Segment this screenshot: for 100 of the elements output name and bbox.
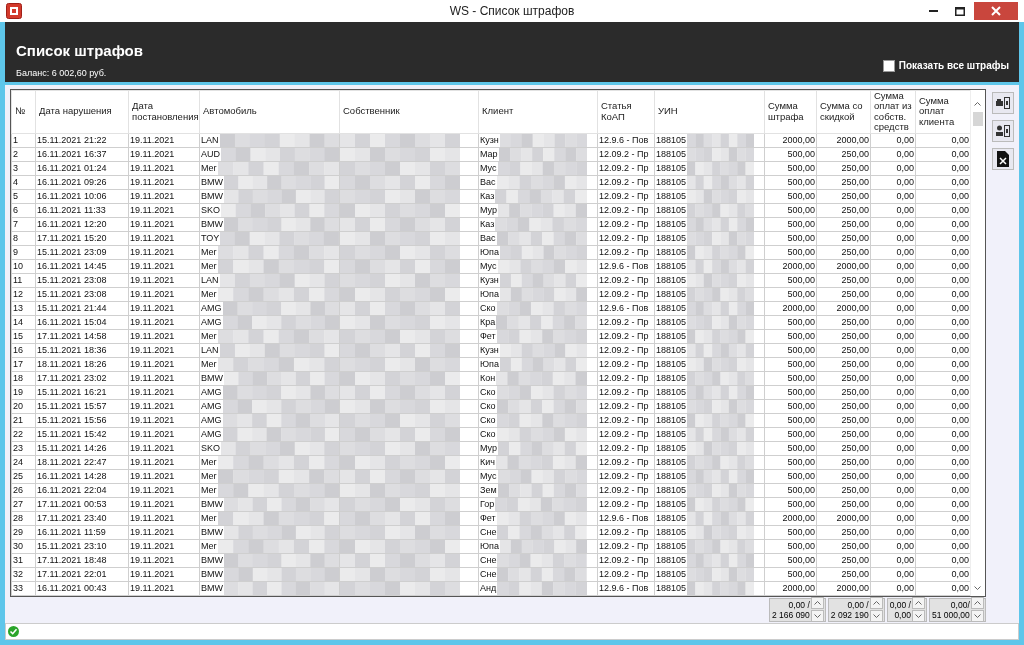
total-spinner[interactable]: 0,00 / 0,00 <box>886 597 927 622</box>
table-cell: 500,00 <box>786 162 816 175</box>
car-card-button[interactable] <box>992 91 1014 114</box>
table-cell: AMG <box>200 400 223 413</box>
table-cell: 30 <box>12 540 24 553</box>
table-cell: Mer <box>200 330 218 343</box>
paid-amount: 0,00/ <box>950 599 970 610</box>
table-cell: 188105 <box>655 344 688 357</box>
table-cell: 0,00 <box>895 582 915 595</box>
person-card-button[interactable] <box>992 119 1014 142</box>
column-header[interactable]: Сумма штрафа <box>764 90 817 134</box>
table-cell: Кич <box>479 456 496 469</box>
delete-document-button[interactable] <box>992 147 1014 170</box>
table-cell: 188105 <box>655 498 688 511</box>
table-cell: 500,00 <box>786 232 816 245</box>
table-cell: 188105 <box>655 484 688 497</box>
table-cell: 19.11.2021 <box>129 526 176 539</box>
table-cell: 0,00 <box>895 428 915 441</box>
table-cell: 29 <box>12 526 24 539</box>
table-cell: 16.11.2021 00:43 <box>36 582 108 595</box>
table-cell: 19.11.2021 <box>129 232 176 245</box>
table-cell: Mer <box>200 484 218 497</box>
table-cell: SKO <box>200 442 221 455</box>
table-cell: 15.11.2021 23:08 <box>36 274 108 287</box>
table-cell: 250,00 <box>840 190 870 203</box>
table-cell: 500,00 <box>786 386 816 399</box>
column-header[interactable]: Дата постановления <box>128 90 200 134</box>
table-cell: 0,00 <box>950 512 970 525</box>
car-card-icon <box>995 95 1011 110</box>
column-header[interactable]: УИН <box>654 90 765 134</box>
table-cell: 16.11.2021 16:37 <box>36 148 108 161</box>
table-cell: 0,00 <box>950 344 970 357</box>
column-header[interactable]: Сумма со скидкой <box>816 90 871 134</box>
table-cell: Mer <box>200 260 218 273</box>
table-cell: 2000,00 <box>835 260 870 273</box>
close-button[interactable] <box>974 2 1018 20</box>
total-spinner[interactable]: 0,00 / 2 092 190 <box>827 597 885 622</box>
table-cell: Юпа <box>479 358 500 371</box>
table-cell: 0,00 <box>895 330 915 343</box>
table-cell: BMW <box>200 582 224 595</box>
table-cell: AMG <box>200 414 223 427</box>
table-cell: Зем <box>479 484 498 497</box>
table-cell: 2000,00 <box>835 302 870 315</box>
total-spinner[interactable]: 0,00/ 51 000,00 <box>928 597 986 622</box>
table-cell: 188105 <box>655 162 688 175</box>
table-cell: 188105 <box>655 386 688 399</box>
table-cell: 19.11.2021 <box>129 414 176 427</box>
table-cell: 250,00 <box>840 148 870 161</box>
table-cell: 0,00 <box>950 372 970 385</box>
table-cell: 5 <box>12 190 19 203</box>
column-header[interactable]: Дата нарушения <box>35 90 129 134</box>
table-cell: AMG <box>200 316 223 329</box>
maximize-icon <box>955 6 965 16</box>
table-cell: 12.09.2 - Пр <box>598 330 650 343</box>
table-cell: 500,00 <box>786 372 816 385</box>
scroll-thumb[interactable] <box>972 111 983 126</box>
table-cell: 0,00 <box>950 540 970 553</box>
table-cell: 500,00 <box>786 568 816 581</box>
table-cell: 250,00 <box>840 316 870 329</box>
scroll-down-icon <box>974 585 981 590</box>
table-cell: 0,00 <box>895 274 915 287</box>
table-cell: 0,00 <box>895 442 915 455</box>
column-header[interactable]: Сумма оплат клиента <box>915 90 970 134</box>
table-cell: 19.11.2021 <box>129 498 176 511</box>
table-cell: Кузн <box>479 344 500 357</box>
table-cell: 13 <box>12 302 24 315</box>
table-cell: 15.11.2021 15:57 <box>36 400 108 413</box>
table-cell: 2000,00 <box>835 582 870 595</box>
table-cell: 0,00 <box>950 232 970 245</box>
column-header[interactable]: Сумма оплат из собств. средств <box>870 90 916 134</box>
show-all-checkbox[interactable] <box>882 59 895 72</box>
table-cell: 188105 <box>655 456 688 469</box>
column-header[interactable]: Собственник <box>339 90 479 134</box>
table-cell: 188105 <box>655 232 688 245</box>
table-cell: Юпа <box>479 540 500 553</box>
table-cell: 26 <box>12 484 24 497</box>
table-cell: 250,00 <box>840 232 870 245</box>
table-cell: 500,00 <box>786 470 816 483</box>
table-cell: 0,00 <box>950 386 970 399</box>
table-cell: 17 <box>12 358 24 371</box>
table-cell: Кон <box>479 372 497 385</box>
paid-amount: 0,00 / <box>847 599 869 610</box>
table-cell: 250,00 <box>840 484 870 497</box>
scrollbar[interactable] <box>970 89 984 596</box>
column-header[interactable]: Автомобиль <box>199 90 340 134</box>
table-cell: 15.11.2021 15:42 <box>36 428 108 441</box>
table-cell: 0,00 <box>950 554 970 567</box>
table-cell: 500,00 <box>786 400 816 413</box>
table-cell: 0,00 <box>895 218 915 231</box>
table-cell: 500,00 <box>786 456 816 469</box>
table-cell: 2000,00 <box>835 512 870 525</box>
table-cell: 0,00 <box>895 148 915 161</box>
total-spinner[interactable]: 0,00 / 2 166 090 <box>769 597 826 622</box>
table-cell: Фет <box>479 512 497 525</box>
column-header[interactable]: Клиент <box>478 90 598 134</box>
table-cell: 15.11.2021 21:22 <box>36 134 108 147</box>
table-cell: 0,00 <box>895 540 915 553</box>
table-cell: 250,00 <box>840 414 870 427</box>
column-header[interactable]: № <box>11 90 36 134</box>
column-header[interactable]: Статья КоАП <box>597 90 655 134</box>
